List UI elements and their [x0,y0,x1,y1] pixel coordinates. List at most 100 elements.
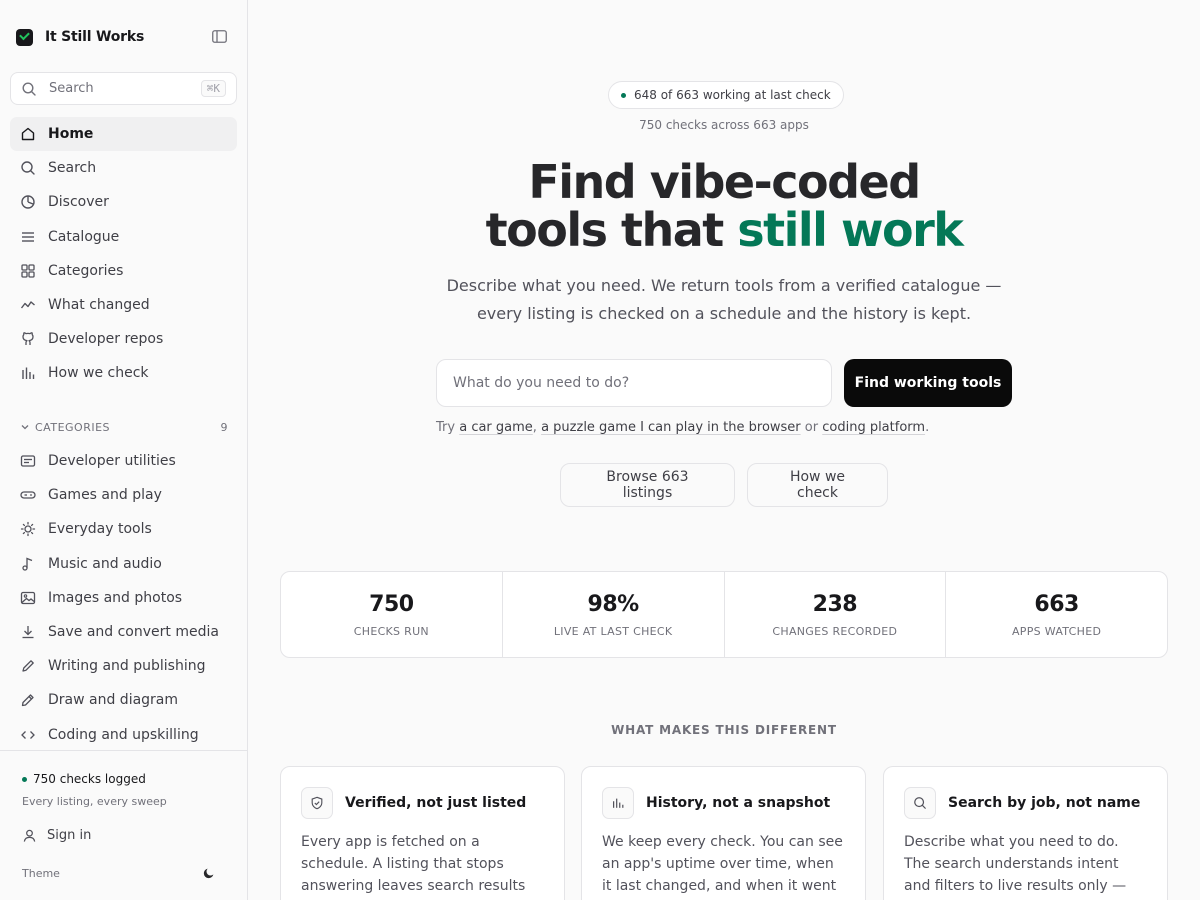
search-icon [21,161,35,175]
nav-item-label: Search [48,160,97,177]
nav-item-label: Home [48,126,94,143]
example-query-car-game[interactable]: a car game [459,420,533,435]
sidebar: It Still Works Search ⌘K Home Search Dis… [0,0,248,900]
try-separator: , [532,420,537,435]
nav-item-search[interactable]: Search [10,151,237,185]
checks-status-text: 750 checks logged [33,772,146,786]
nav-item-label: Developer repos [48,331,164,348]
try-prefix: Try [436,420,456,435]
feature-card-search: Search by job, not name Describe what yo… [883,766,1168,900]
category-item-label: Games and play [48,487,162,504]
nav-item-catalogue[interactable]: Catalogue [10,220,237,254]
image-icon [20,591,36,604]
title-line-1: Find vibe-coded [528,155,921,209]
nav-item-how-we-check[interactable]: How we check [10,356,237,390]
browse-listings-button[interactable]: Browse 663 listings [560,463,735,507]
nav-item-categories[interactable]: Categories [10,254,237,288]
search-icon [904,787,936,819]
feature-card-title: Search by job, not name [948,795,1141,811]
category-item-images-and-photos[interactable]: Images and photos [10,581,237,615]
category-item-music-and-audio[interactable]: Music and audio [10,547,237,581]
hero-description: Describe what you need. We return tools … [446,276,1002,323]
shield-check-icon [301,787,333,819]
theme-label: Theme [22,866,60,880]
example-query-puzzle-game[interactable]: a puzzle game I can play in the browser [541,420,801,435]
user-icon [23,829,36,842]
stat-label: CHANGES RECORDED [772,624,898,638]
example-queries: Try a car game, a puzzle game I can play… [436,420,929,435]
feature-card-title: History, not a snapshot [646,795,831,811]
category-item-writing-and-publishing[interactable]: Writing and publishing [10,649,237,683]
logo-icon [16,28,33,46]
checks-status: 750 checks logged [22,772,146,786]
stat-value: 238 [812,591,858,617]
music-icon [22,557,33,571]
nav-item-developer-repos[interactable]: Developer repos [10,322,237,356]
category-item-draw-and-diagram[interactable]: Draw and diagram [10,683,237,717]
stat-changes-recorded: 238 CHANGES RECORDED [725,572,947,657]
moon-icon[interactable] [202,866,216,880]
nav-item-label: Categories [48,262,124,279]
code-icon [21,730,35,739]
list-icon [22,231,34,242]
feature-card-title: Verified, not just listed [345,795,527,811]
nav-item-label: Catalogue [48,228,120,245]
primary-nav: Home Search Discover Catalogue Categorie… [10,117,237,391]
category-item-games-and-play[interactable]: Games and play [10,478,237,512]
feature-card-body: Every app is fetched on a schedule. A li… [301,834,526,894]
category-item-save-and-convert-media[interactable]: Save and convert media [10,615,237,649]
title-accent: still work [737,203,964,257]
chevron-down-icon [21,425,29,430]
feature-card-body: Describe what you need to do. The search… [904,834,1127,894]
nav-item-what-changed[interactable]: What changed [10,288,237,322]
nav-item-discover[interactable]: Discover [10,185,237,219]
sidebar-search[interactable]: Search ⌘K [10,72,237,105]
stat-apps-watched: 663 APPS WATCHED [946,572,1167,657]
github-icon [22,332,34,346]
categories-toggle[interactable]: CATEGORIES 9 [20,419,228,435]
category-item-everyday-tools[interactable]: Everyday tools [10,512,237,546]
home-icon [21,127,35,141]
search-icon [22,81,36,96]
checks-summary: 750 checks across 663 apps [639,118,809,132]
feature-card-body: We keep every check. You can see an app'… [602,834,843,894]
category-item-label: Images and photos [48,589,183,606]
feature-card-history: History, not a snapshot We keep every ch… [581,766,866,900]
sign-in-label: Sign in [47,828,92,843]
sidebar-footer: 750 checks logged Every listing, every s… [0,750,247,900]
categories-count: 9 [220,420,228,434]
pencil-icon [21,694,34,707]
try-or: or [804,420,819,435]
theme-row: Theme [22,866,216,880]
nav-item-home[interactable]: Home [10,117,237,152]
search-shortcut: ⌘K [200,80,226,97]
category-item-label: Save and convert media [48,624,219,641]
grid-icon [21,264,35,278]
category-item-label: Developer utilities [48,453,176,470]
stat-live-at-last-check: 98% LIVE AT LAST CHECK [503,572,725,657]
category-list: Developer utilities Games and play Every… [10,444,237,750]
example-query-coding-platform[interactable]: coding platform [822,420,925,435]
status-dot-icon [621,92,626,98]
brand[interactable]: It Still Works [16,26,144,48]
query-input[interactable] [436,359,832,407]
stat-label: LIVE AT LAST CHECK [553,624,673,638]
title-line-2: tools that [485,203,738,257]
sidebar-toggle-button[interactable] [210,28,228,44]
checks-status-sub: Every listing, every sweep [22,795,167,808]
category-item-developer-utilities[interactable]: Developer utilities [10,444,237,478]
gamepad-icon [20,491,36,499]
sun-icon [20,522,36,537]
stats-panel: 750 CHECKS RUN 98% LIVE AT LAST CHECK 23… [280,571,1168,658]
download-icon [22,626,34,639]
nav-item-label: How we check [48,365,149,382]
try-end: . [925,420,930,435]
pen-icon [22,660,34,672]
category-item-label: Coding and upskilling [48,726,199,743]
how-we-check-button[interactable]: How we check [747,463,888,507]
find-working-tools-button[interactable]: Find working tools [844,359,1012,407]
category-item-coding-and-upskilling[interactable]: Coding and upskilling [10,718,237,751]
status-dot-icon [22,776,27,782]
sign-in-link[interactable]: Sign in [22,828,91,843]
status-badge: 648 of 663 working at last check [608,81,844,109]
